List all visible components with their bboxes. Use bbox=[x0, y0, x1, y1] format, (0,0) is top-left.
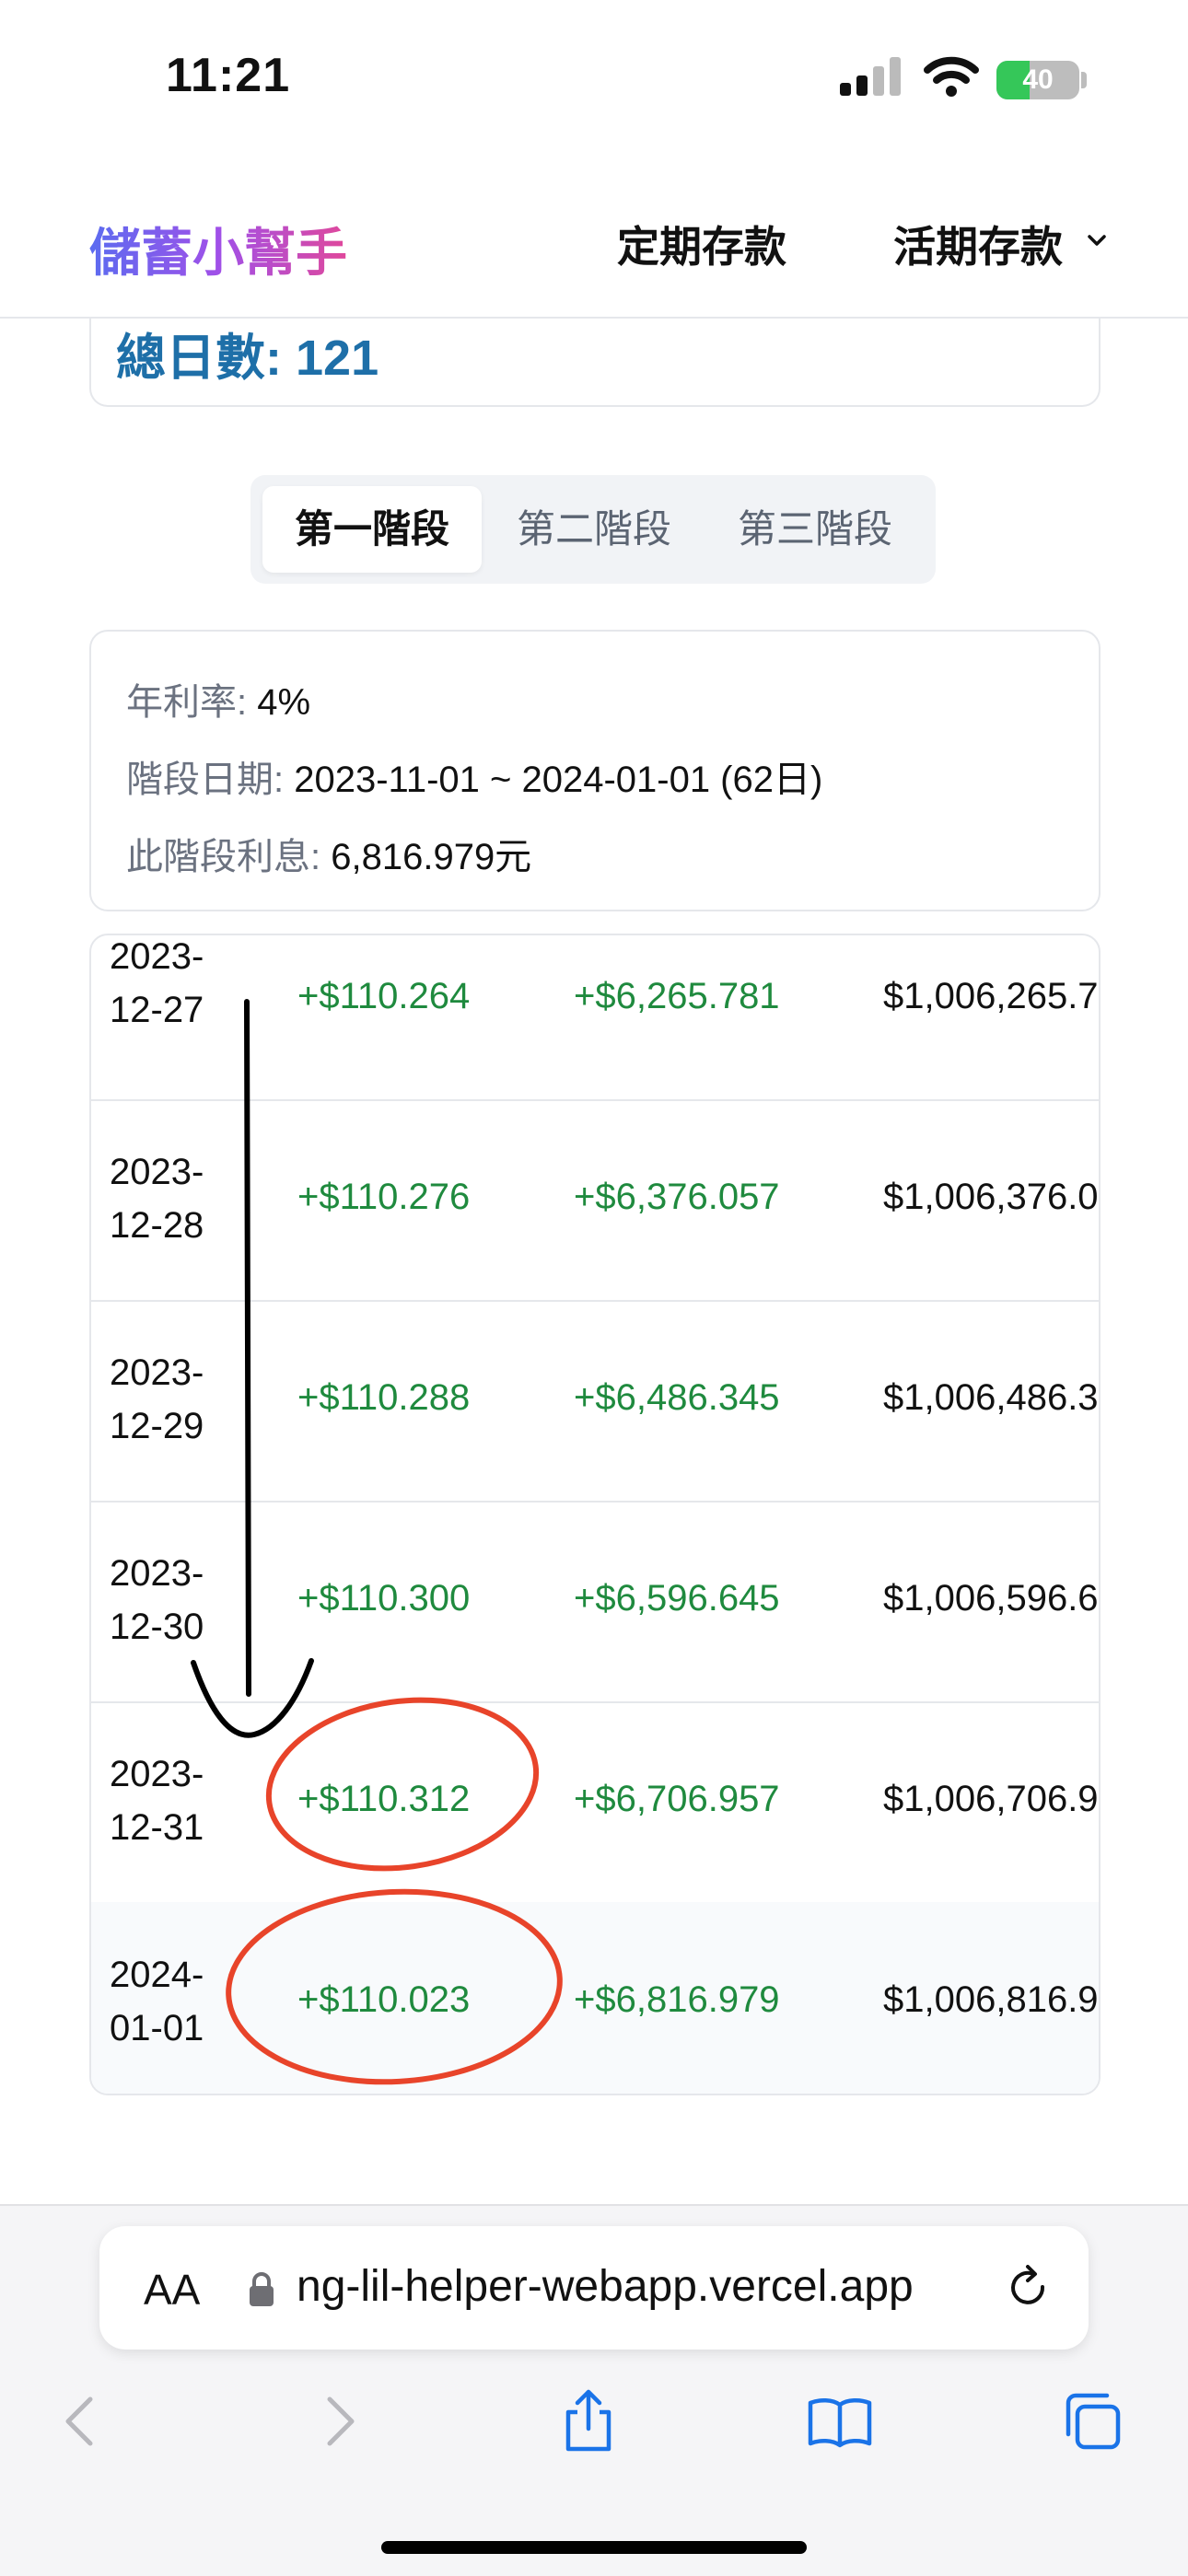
date-year: 2023- bbox=[110, 1352, 204, 1393]
total-balance-cell: $1,006,816.979 bbox=[883, 1979, 1099, 2020]
accumulated-interest-cell: +$6,816.979 bbox=[574, 1979, 780, 2020]
signal-icon bbox=[840, 57, 901, 96]
daily-interest-cell: +$110.312 bbox=[297, 1779, 471, 1819]
daily-interest-cell: +$110.288 bbox=[297, 1377, 471, 1418]
accumulated-interest-cell: +$6,486.345 bbox=[574, 1377, 780, 1418]
total-balance-cell: $1,006,265.781 bbox=[883, 976, 1099, 1016]
stage-date-value: 2023-11-01 ~ 2024-01-01 (62日) bbox=[294, 760, 823, 800]
interest-rate-value: 4% bbox=[257, 682, 311, 723]
stage-date-label: 階段日期: bbox=[126, 760, 295, 800]
chevron-down-icon[interactable] bbox=[1085, 228, 1109, 252]
brand-logo[interactable]: 儲蓄小幫手 bbox=[89, 212, 347, 286]
total-balance-cell: $1,006,376.057 bbox=[883, 1177, 1099, 1217]
reload-icon[interactable] bbox=[1006, 2265, 1052, 2313]
daily-interest-cell: +$110.264 bbox=[297, 976, 471, 1016]
date-cell: 2023- 12-30 bbox=[110, 1547, 239, 1654]
date-year: 2023- bbox=[110, 936, 204, 977]
lock-icon bbox=[250, 2272, 274, 2306]
stage-interest-row: 此階段利息: 6,816.979元 bbox=[126, 827, 531, 880]
total-balance-cell: $1,006,486.345 bbox=[883, 1377, 1099, 1418]
accumulated-interest-cell: +$6,265.781 bbox=[574, 976, 780, 1016]
tab-stage-1[interactable]: 第一階段 bbox=[262, 486, 482, 573]
stage-info-card: 年利率: 4% 階段日期: 2023-11-01 ~ 2024-01-01 (6… bbox=[89, 630, 1101, 911]
accumulated-interest-cell: +$6,706.957 bbox=[574, 1779, 780, 1819]
status-time: 11:21 bbox=[166, 49, 291, 102]
table-row: 2023- 12-27 +$110.264 +$6,265.781 $1,006,… bbox=[91, 935, 1099, 1101]
wifi-icon bbox=[924, 56, 979, 97]
date-cell: 2023- 12-29 bbox=[110, 1346, 239, 1453]
date-year: 2023- bbox=[110, 1553, 204, 1594]
daily-interest-cell: +$110.300 bbox=[297, 1578, 471, 1619]
date-cell: 2023- 12-31 bbox=[110, 1747, 239, 1854]
text-size-button[interactable]: AA bbox=[144, 2265, 200, 2315]
table-row: 2023- 12-28 +$110.276 +$6,376.057 $1,006,… bbox=[91, 1099, 1099, 1302]
status-bar: 11:21 40 bbox=[0, 0, 1188, 157]
date-year: 2023- bbox=[110, 1152, 204, 1192]
tab-stage-2[interactable]: 第二階段 bbox=[484, 486, 704, 573]
date-month-day: 12-30 bbox=[110, 1607, 204, 1647]
accumulated-interest-cell: +$6,376.057 bbox=[574, 1177, 780, 1217]
date-year: 2024- bbox=[110, 1955, 204, 1995]
date-month-day: 12-29 bbox=[110, 1406, 204, 1446]
table-row: 2023- 12-29 +$110.288 +$6,486.345 $1,006,… bbox=[91, 1300, 1099, 1503]
date-cell: 2024- 01-01 bbox=[110, 1948, 239, 2055]
daily-interest-table[interactable]: 2023- 12-27 +$110.264 +$6,265.781 $1,006,… bbox=[89, 934, 1101, 2095]
stage-date-row: 階段日期: 2023-11-01 ~ 2024-01-01 (62日) bbox=[126, 749, 822, 803]
total-balance-cell: $1,006,706.957 bbox=[883, 1779, 1099, 1819]
nav-fixed-deposit[interactable]: 定期存款 bbox=[617, 214, 786, 274]
date-year: 2023- bbox=[110, 1754, 204, 1794]
date-month-day: 12-27 bbox=[110, 990, 204, 1030]
daily-interest-cell: +$110.276 bbox=[297, 1177, 471, 1217]
battery-icon: 40 bbox=[996, 61, 1079, 99]
date-cell: 2023- 12-28 bbox=[110, 1145, 239, 1252]
table-row: 2023- 12-31 +$110.312 +$6,706.957 $1,006,… bbox=[91, 1701, 1099, 1904]
date-cell: 2023- 12-27 bbox=[110, 935, 239, 1037]
date-month-day: 12-28 bbox=[110, 1205, 204, 1246]
bookmarks-icon[interactable] bbox=[807, 2388, 873, 2454]
table-row: 2024- 01-01 +$110.023 +$6,816.979 $1,006,… bbox=[91, 1902, 1099, 2094]
total-balance-cell: $1,006,596.645 bbox=[883, 1578, 1099, 1619]
tab-stage-3[interactable]: 第三階段 bbox=[705, 486, 925, 573]
site-header: 儲蓄小幫手 定期存款 活期存款 bbox=[0, 157, 1188, 319]
total-days-label: 總日數: bbox=[116, 331, 296, 386]
date-month-day: 12-31 bbox=[110, 1807, 204, 1848]
total-days: 總日數: 121 bbox=[116, 317, 379, 389]
interest-rate-row: 年利率: 4% bbox=[126, 672, 310, 725]
accumulated-interest-cell: +$6,596.645 bbox=[574, 1578, 780, 1619]
table-row: 2023- 12-30 +$110.300 +$6,596.645 $1,006,… bbox=[91, 1501, 1099, 1703]
stage-interest-value: 6,816.979元 bbox=[331, 837, 532, 877]
nav-demand-deposit[interactable]: 活期存款 bbox=[893, 214, 1063, 274]
daily-interest-cell: +$110.023 bbox=[297, 1979, 471, 2020]
url-text[interactable]: ng-lil-helper-webapp.vercel.app bbox=[297, 2261, 914, 2312]
total-days-value: 121 bbox=[296, 331, 379, 386]
back-icon[interactable] bbox=[48, 2388, 114, 2454]
stage-tabs: 第一階段 第二階段 第三階段 bbox=[250, 475, 936, 584]
home-indicator bbox=[381, 2541, 807, 2554]
battery-nub bbox=[1081, 72, 1087, 88]
forward-icon[interactable] bbox=[306, 2388, 372, 2454]
tabs-icon[interactable] bbox=[1059, 2388, 1125, 2454]
address-bar[interactable]: AA ng-lil-helper-webapp.vercel.app bbox=[99, 2226, 1089, 2350]
share-icon[interactable] bbox=[555, 2388, 622, 2454]
interest-rate-label: 年利率: bbox=[126, 682, 258, 723]
date-month-day: 01-01 bbox=[110, 2008, 204, 2048]
battery-level: 40 bbox=[1022, 64, 1054, 95]
stage-interest-label: 此階段利息: bbox=[126, 837, 332, 877]
